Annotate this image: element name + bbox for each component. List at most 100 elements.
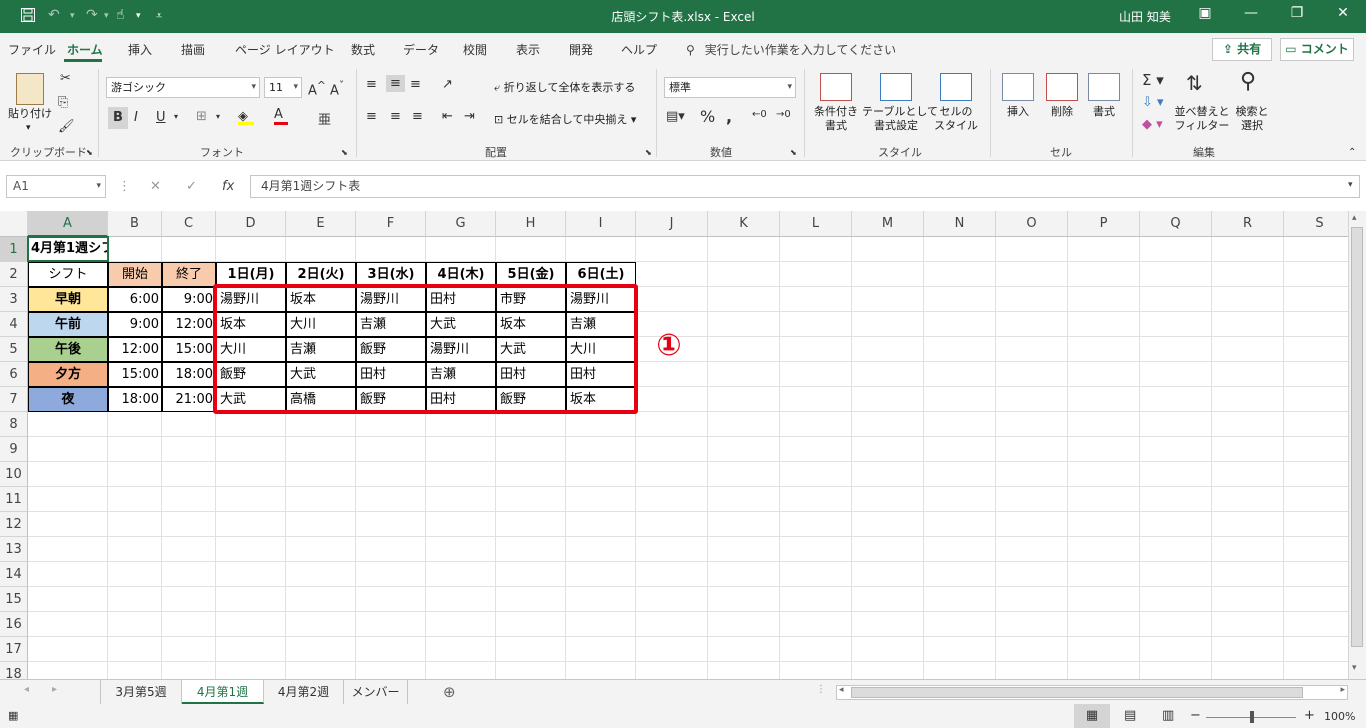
align-right-icon[interactable]: ≡	[412, 109, 423, 124]
scroll-down-icon[interactable]: ▾	[1352, 663, 1357, 673]
increase-indent-icon[interactable]: ⇥	[464, 109, 475, 124]
column-header-K[interactable]: K	[708, 211, 780, 237]
italic-button[interactable]: I	[134, 110, 138, 125]
vertical-scrollbar-thumb[interactable]	[1351, 227, 1363, 647]
select-all-corner[interactable]	[0, 211, 28, 237]
row-header-17[interactable]: 17	[0, 637, 28, 662]
fill-icon[interactable]: ⇩ ▾	[1142, 95, 1164, 110]
autosum-icon[interactable]: Σ ▾	[1142, 71, 1164, 89]
end-time-cell[interactable]: 15:00	[162, 337, 216, 362]
orientation-icon[interactable]: ↗	[442, 77, 453, 92]
align-top-icon[interactable]: ≡	[366, 77, 377, 92]
decrease-decimal-icon[interactable]: →0	[776, 109, 791, 120]
comma-icon[interactable]: ,	[726, 107, 732, 126]
merge-center-button[interactable]: ⊡ セルを結合して中央揃え ▾	[494, 113, 636, 127]
format-painter-icon[interactable]: 🖌	[58, 119, 75, 134]
sheet-tab-4月第1週[interactable]: 4月第1週	[182, 680, 264, 704]
shift-name-cell[interactable]: 早朝	[28, 287, 108, 312]
macro-record-icon[interactable]: ▦	[8, 709, 18, 722]
comment-button[interactable]: ▭ コメント	[1280, 38, 1354, 61]
row-header-3[interactable]: 3	[0, 287, 28, 312]
row-header-16[interactable]: 16	[0, 612, 28, 637]
column-header-Q[interactable]: Q	[1140, 211, 1212, 237]
row-header-11[interactable]: 11	[0, 487, 28, 512]
shift-name-cell[interactable]: 午前	[28, 312, 108, 337]
clipboard-launcher-icon[interactable]: ⬊	[86, 148, 93, 157]
borders-dropdown-icon[interactable]: ▾	[216, 112, 220, 121]
page-layout-view-icon[interactable]: ▤	[1124, 708, 1136, 723]
worksheet-grid[interactable]: A B C D E F G H I J K L M N O P Q R S 1 2 3 4 5 6 7 8 9 10 11 12 13 14 15…	[0, 211, 1366, 687]
tab-splitter-icon[interactable]: ⋮	[816, 684, 826, 695]
start-time-cell[interactable]: 6:00	[108, 287, 162, 312]
column-header-L[interactable]: L	[780, 211, 852, 237]
align-left-icon[interactable]: ≡	[366, 109, 377, 124]
accounting-format-icon[interactable]: ▤▾	[666, 109, 685, 124]
row-header-7[interactable]: 7	[0, 387, 28, 412]
fill-color-icon[interactable]: ◈	[238, 109, 254, 125]
number-format-combo[interactable]: 標準 ▾	[664, 77, 796, 98]
horizontal-scrollbar[interactable]: ◂ ▸	[836, 685, 1348, 700]
tab-help[interactable]: ヘルプ	[621, 41, 657, 58]
minimize-icon[interactable]: —	[1240, 5, 1262, 21]
share-button[interactable]: ⇪ 共有	[1212, 38, 1272, 61]
end-time-cell[interactable]: 21:00	[162, 387, 216, 412]
copy-icon[interactable]: ⎘	[58, 95, 68, 110]
expand-formula-icon[interactable]: ▾	[1348, 180, 1353, 190]
number-launcher-icon[interactable]: ⬊	[790, 148, 797, 157]
cut-icon[interactable]: ✂	[60, 71, 71, 86]
insert-function-icon[interactable]: fx	[222, 179, 234, 194]
close-icon[interactable]: ✕	[1332, 5, 1354, 21]
page-break-view-icon[interactable]: ▥	[1162, 708, 1174, 723]
user-name[interactable]: 山田 知美	[1119, 8, 1171, 25]
bold-button[interactable]: B	[108, 107, 128, 129]
zoom-out-icon[interactable]: −	[1190, 708, 1201, 723]
sheet-tab-member[interactable]: メンバー	[344, 680, 408, 704]
ribbon-display-icon[interactable]: ▣	[1194, 5, 1216, 21]
row-header-15[interactable]: 15	[0, 587, 28, 612]
decrease-indent-icon[interactable]: ⇤	[442, 109, 453, 124]
column-header-G[interactable]: G	[426, 211, 496, 237]
cancel-icon[interactable]: ✕	[150, 179, 161, 194]
row-header-12[interactable]: 12	[0, 512, 28, 537]
column-header-A[interactable]: A	[28, 211, 108, 237]
zoom-level[interactable]: 100%	[1324, 710, 1355, 723]
alignment-launcher-icon[interactable]: ⬊	[645, 148, 652, 157]
scroll-up-icon[interactable]: ▴	[1352, 213, 1357, 223]
row-header-13[interactable]: 13	[0, 537, 28, 562]
increase-decimal-icon[interactable]: ←0	[752, 109, 767, 120]
tell-me-search[interactable]: ⚲ 実行したい作業を入力してください	[686, 41, 896, 58]
row-header-5[interactable]: 5	[0, 337, 28, 362]
column-header-R[interactable]: R	[1212, 211, 1284, 237]
tab-draw[interactable]: 描画	[181, 41, 205, 58]
row-header-6[interactable]: 6	[0, 362, 28, 387]
font-size-combo[interactable]: 11 ▾	[264, 77, 302, 98]
add-sheet-icon[interactable]: ⊕	[443, 683, 456, 701]
clear-icon[interactable]: ◆ ▾	[1142, 117, 1163, 132]
row-header-10[interactable]: 10	[0, 462, 28, 487]
header-end-cell[interactable]: 終了	[162, 262, 216, 287]
zoom-in-icon[interactable]: +	[1304, 708, 1315, 723]
font-name-combo[interactable]: 游ゴシック ▾	[106, 77, 260, 98]
start-time-cell[interactable]: 15:00	[108, 362, 162, 387]
column-header-S[interactable]: S	[1284, 211, 1356, 237]
underline-button[interactable]: U	[156, 110, 166, 125]
increase-font-icon[interactable]: A^	[308, 79, 326, 98]
sheet-tab-4月第2週[interactable]: 4月第2週	[264, 680, 344, 704]
tab-data[interactable]: データ	[403, 41, 439, 58]
row-header-2[interactable]: 2	[0, 262, 28, 287]
sheet-tab-3月第5週[interactable]: 3月第5週	[100, 680, 182, 704]
decrease-font-icon[interactable]: Aˇ	[330, 79, 344, 98]
end-time-cell[interactable]: 18:00	[162, 362, 216, 387]
shift-name-cell[interactable]: 夕方	[28, 362, 108, 387]
header-start-cell[interactable]: 開始	[108, 262, 162, 287]
borders-icon[interactable]: ⊞	[196, 109, 207, 124]
column-header-E[interactable]: E	[286, 211, 356, 237]
end-time-cell[interactable]: 9:00	[162, 287, 216, 312]
wrap-text-button[interactable]: ⤶ 折り返して全体を表示する	[494, 81, 635, 95]
column-header-H[interactable]: H	[496, 211, 566, 237]
collapse-ribbon-icon[interactable]: ⌃	[1348, 147, 1356, 158]
tab-view[interactable]: 表示	[516, 41, 540, 58]
column-header-D[interactable]: D	[216, 211, 286, 237]
tab-page-layout[interactable]: ページ レイアウト	[235, 41, 335, 58]
tab-review[interactable]: 校閲	[463, 41, 487, 58]
